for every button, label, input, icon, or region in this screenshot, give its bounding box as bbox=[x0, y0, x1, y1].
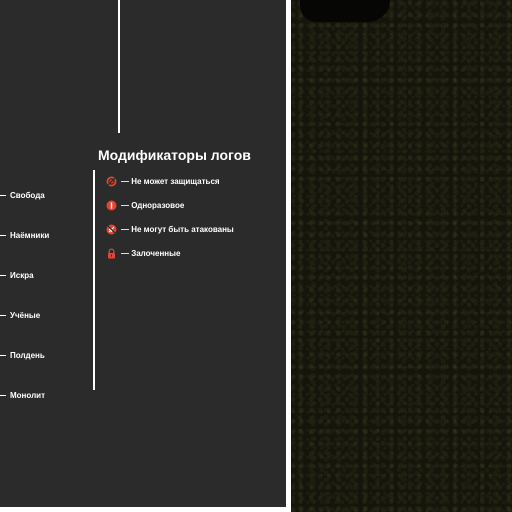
faction-label: Свобода bbox=[10, 190, 45, 200]
cannot-be-attacked-icon bbox=[106, 224, 117, 235]
legend-title: Модификаторы логов bbox=[98, 147, 251, 163]
tick-mark bbox=[0, 314, 6, 316]
legend-text: — Одноразовое bbox=[121, 200, 185, 210]
faction-item-iskra[interactable]: Искра bbox=[0, 269, 34, 281]
timeline-connector-vertical bbox=[93, 170, 95, 390]
legend-item-one-time: — Одноразовое bbox=[106, 199, 184, 211]
faction-item-noon[interactable]: Полдень bbox=[0, 349, 45, 361]
legend-item-locked: — Залоченные bbox=[106, 247, 180, 259]
lock-icon bbox=[106, 247, 117, 259]
faction-label: Монолит bbox=[10, 390, 45, 400]
tick-mark bbox=[0, 234, 6, 236]
map-dark-spot bbox=[300, 0, 390, 22]
faction-label: Искра bbox=[10, 270, 34, 280]
one-time-icon bbox=[106, 200, 117, 211]
tick-mark bbox=[0, 354, 6, 356]
cannot-defend-icon bbox=[106, 176, 117, 187]
legend-text: — Не могут быть атакованы bbox=[121, 224, 234, 234]
legend-text: — Не может защищаться bbox=[121, 176, 220, 186]
faction-item-monolith[interactable]: Монолит bbox=[0, 389, 45, 401]
faction-item-mercenaries[interactable]: Наёмники bbox=[0, 229, 49, 241]
tick-mark bbox=[0, 274, 6, 276]
legend-item-cannot-be-attacked: — Не могут быть атакованы bbox=[106, 223, 234, 235]
tick-mark bbox=[0, 194, 6, 196]
legend-text: — Залоченные bbox=[121, 248, 181, 258]
faction-item-svoboda[interactable]: Свобода bbox=[0, 189, 45, 201]
faction-label: Учёные bbox=[10, 310, 41, 320]
tick-mark bbox=[0, 394, 6, 396]
faction-item-scientists[interactable]: Учёные bbox=[0, 309, 40, 321]
faction-label: Полдень bbox=[10, 350, 45, 360]
legend-item-cannot-defend: — Не может защищаться bbox=[106, 175, 220, 187]
faction-label: Наёмники bbox=[10, 230, 50, 240]
timeline-connector-top bbox=[118, 0, 120, 133]
map-texture bbox=[291, 0, 512, 512]
